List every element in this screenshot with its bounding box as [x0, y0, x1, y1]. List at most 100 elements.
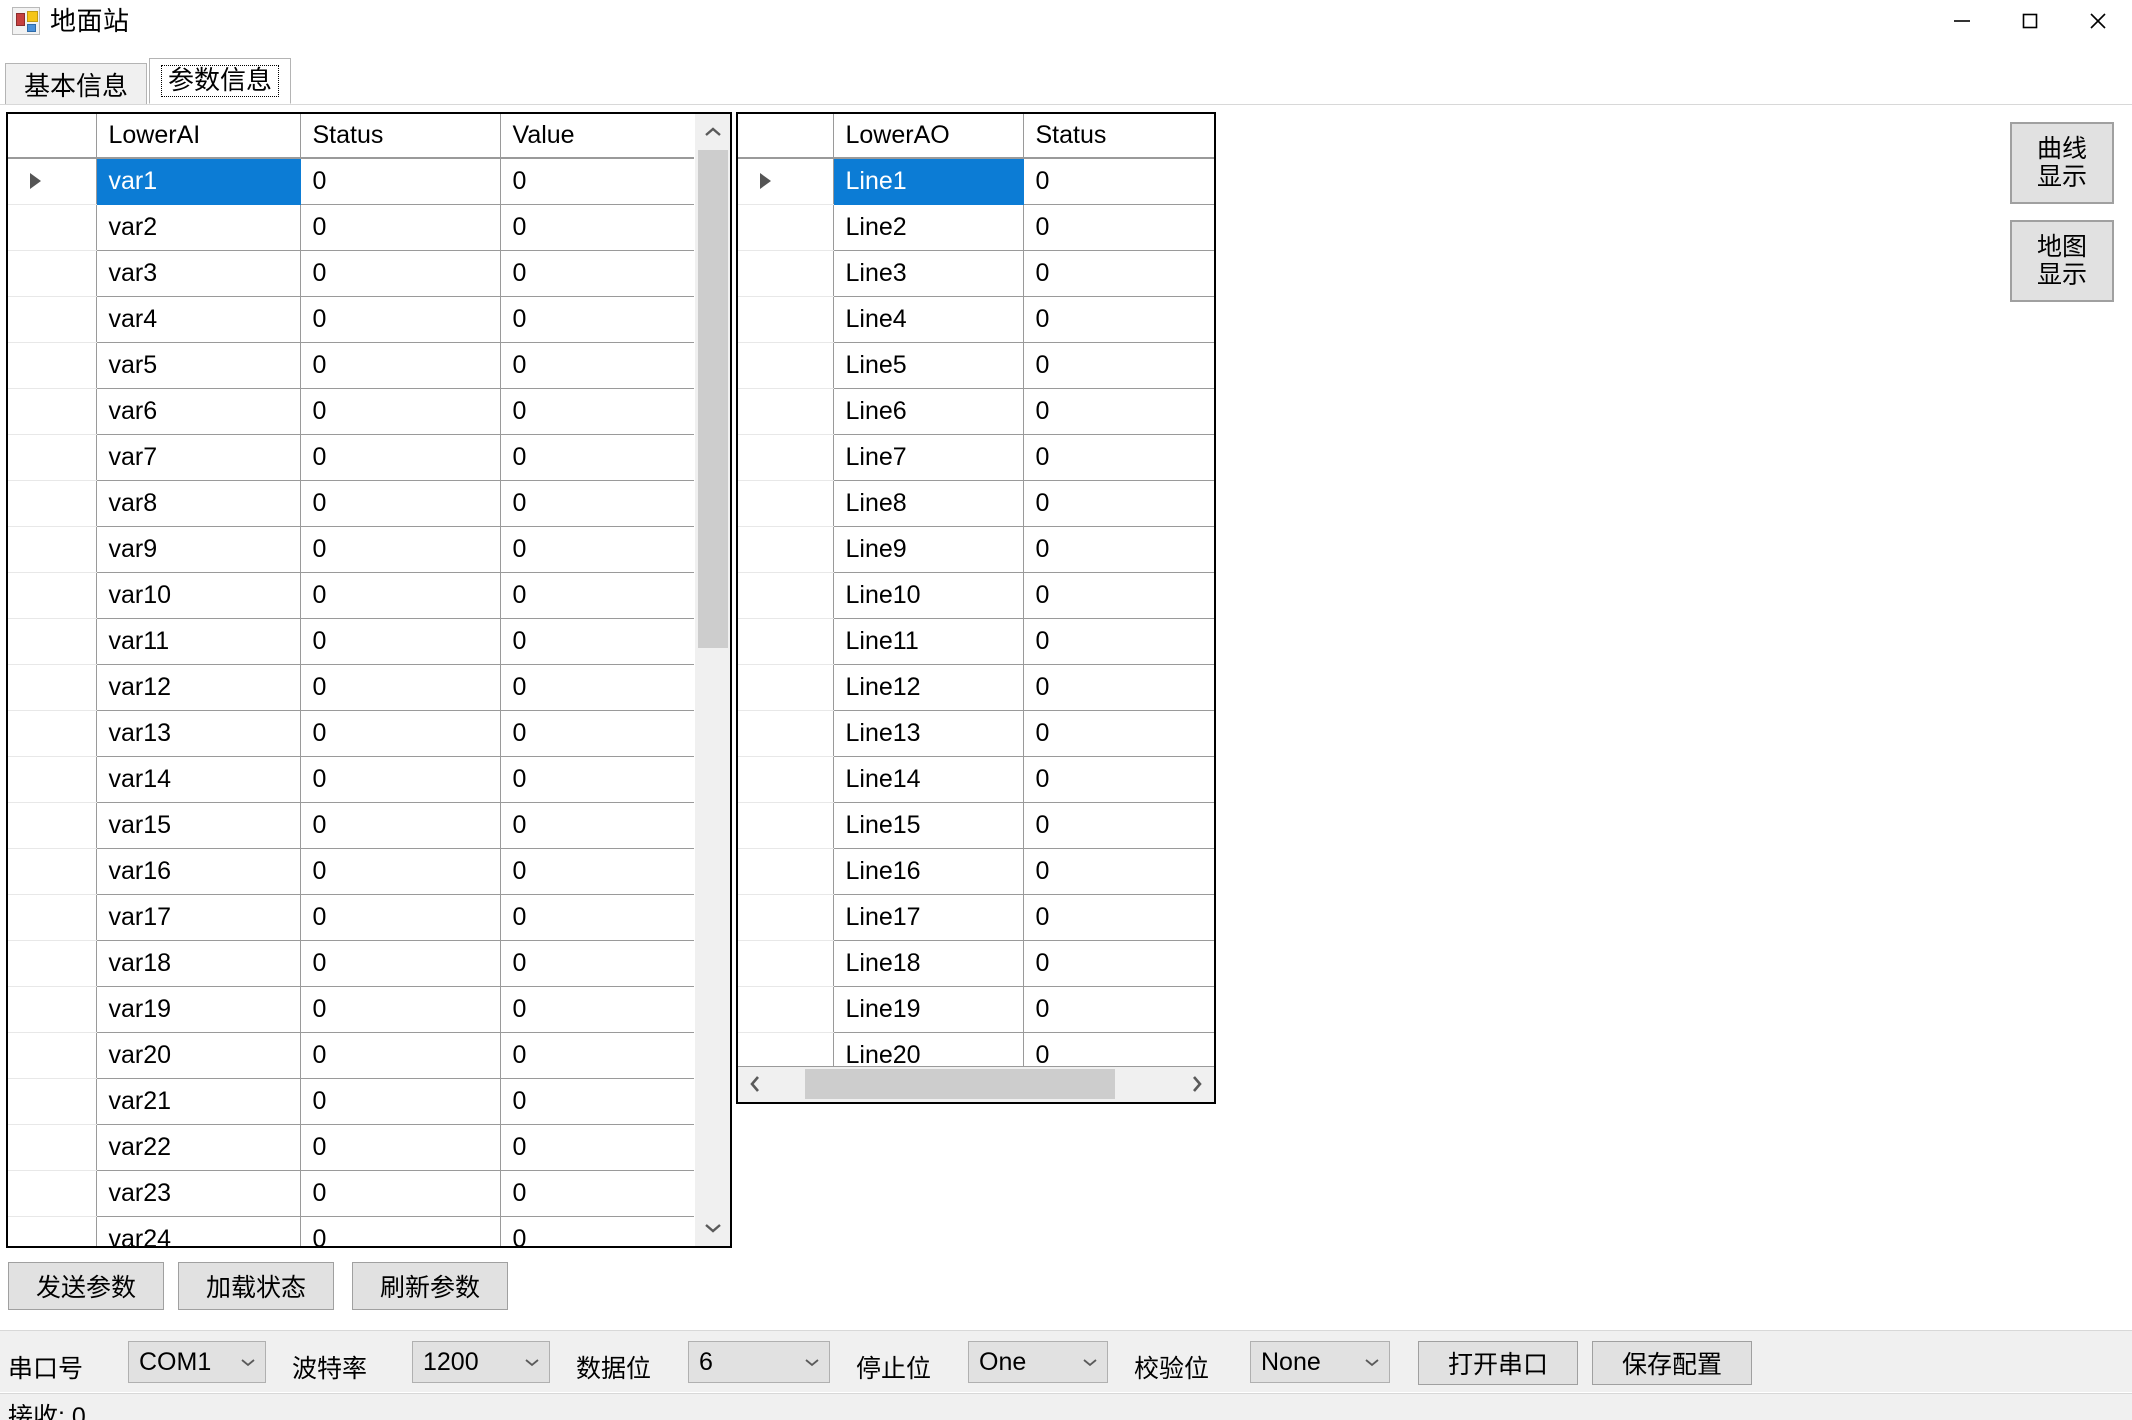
cell-status[interactable]: 0 — [300, 342, 500, 388]
lower-ai-vertical-scrollbar[interactable] — [694, 114, 730, 1246]
cell-status[interactable]: 0 — [300, 618, 500, 664]
cell-status[interactable]: 0 — [300, 664, 500, 710]
row-header-cell[interactable] — [738, 710, 833, 756]
row-header-cell[interactable] — [8, 1078, 96, 1124]
row-header-cell[interactable] — [8, 1170, 96, 1216]
chevron-down-icon[interactable] — [1073, 1356, 1107, 1368]
cell-value[interactable]: 0 — [500, 204, 694, 250]
cell-value[interactable]: 0 — [500, 756, 694, 802]
cell-lowerao[interactable]: Line2 — [833, 204, 1023, 250]
cell-value[interactable]: 0 — [500, 296, 694, 342]
table-row[interactable]: var800 — [8, 480, 694, 526]
map-display-button[interactable]: 地图 显示 — [2010, 220, 2114, 302]
row-header-cell[interactable] — [738, 802, 833, 848]
cell-lowerai[interactable]: var16 — [96, 848, 300, 894]
cell-status[interactable]: 0 — [300, 296, 500, 342]
row-header-cell[interactable] — [8, 204, 96, 250]
table-row[interactable]: Line100 — [738, 572, 1214, 618]
cell-value[interactable]: 0 — [500, 526, 694, 572]
cell-value[interactable]: 0 — [500, 1032, 694, 1078]
row-header-cell[interactable] — [8, 526, 96, 572]
table-row[interactable]: var2400 — [8, 1216, 694, 1246]
row-header-cell[interactable] — [8, 802, 96, 848]
cell-lowerai[interactable]: var11 — [96, 618, 300, 664]
cell-lowerai[interactable]: var12 — [96, 664, 300, 710]
cell-lowerai[interactable]: var9 — [96, 526, 300, 572]
tab-basic-info[interactable]: 基本信息 — [5, 63, 147, 104]
row-header-cell[interactable] — [738, 526, 833, 572]
cell-lowerao[interactable]: Line19 — [833, 986, 1023, 1032]
table-row[interactable]: var300 — [8, 250, 694, 296]
cell-lowerai[interactable]: var1 — [96, 158, 300, 204]
row-header-cell[interactable] — [8, 710, 96, 756]
table-row[interactable]: Line120 — [738, 664, 1214, 710]
cell-status[interactable]: 0 — [300, 480, 500, 526]
cell-status[interactable]: 0 — [1023, 296, 1214, 342]
table-row[interactable]: Line140 — [738, 756, 1214, 802]
table-row[interactable]: Line90 — [738, 526, 1214, 572]
cell-lowerai[interactable]: var18 — [96, 940, 300, 986]
cell-status[interactable]: 0 — [1023, 434, 1214, 480]
row-header-cell[interactable] — [8, 572, 96, 618]
cell-status[interactable]: 0 — [300, 1170, 500, 1216]
cell-status[interactable]: 0 — [1023, 572, 1214, 618]
lower-ao-grid[interactable]: LowerAO Status Line10Line20Line30Line40L… — [736, 112, 1216, 1104]
row-header-cell[interactable] — [738, 894, 833, 940]
cell-lowerao[interactable]: Line12 — [833, 664, 1023, 710]
cell-status[interactable]: 0 — [1023, 848, 1214, 894]
cell-status[interactable]: 0 — [1023, 618, 1214, 664]
col-header-lowerao[interactable]: LowerAO — [833, 114, 1023, 158]
row-header-cell[interactable] — [8, 434, 96, 480]
row-header-cell[interactable] — [738, 848, 833, 894]
cell-status[interactable]: 0 — [300, 572, 500, 618]
col-header-rowselect[interactable] — [738, 114, 833, 158]
cell-lowerai[interactable]: var13 — [96, 710, 300, 756]
cell-status[interactable]: 0 — [1023, 158, 1214, 204]
cell-status[interactable]: 0 — [1023, 802, 1214, 848]
cell-lowerai[interactable]: var17 — [96, 894, 300, 940]
cell-value[interactable]: 0 — [500, 848, 694, 894]
scrollbar-thumb[interactable] — [698, 150, 728, 648]
table-row[interactable]: var1500 — [8, 802, 694, 848]
table-row[interactable]: var1700 — [8, 894, 694, 940]
cell-status[interactable]: 0 — [300, 250, 500, 296]
row-header-cell[interactable] — [738, 434, 833, 480]
row-header-cell[interactable] — [738, 986, 833, 1032]
table-row[interactable]: Line150 — [738, 802, 1214, 848]
table-row[interactable]: var2200 — [8, 1124, 694, 1170]
table-row[interactable]: Line190 — [738, 986, 1214, 1032]
row-header-cell[interactable] — [8, 342, 96, 388]
cell-status[interactable]: 0 — [300, 1078, 500, 1124]
cell-lowerai[interactable]: var10 — [96, 572, 300, 618]
cell-status[interactable]: 0 — [1023, 710, 1214, 756]
cell-lowerai[interactable]: var4 — [96, 296, 300, 342]
cell-value[interactable]: 0 — [500, 664, 694, 710]
cell-lowerao[interactable]: Line7 — [833, 434, 1023, 480]
row-header-cell[interactable] — [738, 158, 833, 204]
cell-lowerao[interactable]: Line10 — [833, 572, 1023, 618]
col-header-status[interactable]: Status — [300, 114, 500, 158]
cell-value[interactable]: 0 — [500, 986, 694, 1032]
table-row[interactable]: Line10 — [738, 158, 1214, 204]
scroll-left-arrow-icon[interactable] — [738, 1067, 772, 1101]
table-row[interactable]: var1300 — [8, 710, 694, 756]
cell-status[interactable]: 0 — [300, 1216, 500, 1246]
cell-status[interactable]: 0 — [1023, 342, 1214, 388]
minimize-icon[interactable] — [1928, 0, 1996, 42]
row-header-cell[interactable] — [738, 250, 833, 296]
cell-lowerao[interactable]: Line8 — [833, 480, 1023, 526]
row-header-cell[interactable] — [738, 618, 833, 664]
cell-lowerao[interactable]: Line4 — [833, 296, 1023, 342]
stop-bits-select[interactable]: One — [968, 1341, 1108, 1383]
cell-value[interactable]: 0 — [500, 1078, 694, 1124]
table-row[interactable]: var2100 — [8, 1078, 694, 1124]
cell-value[interactable]: 0 — [500, 894, 694, 940]
baud-rate-select[interactable]: 1200 — [412, 1341, 550, 1383]
load-status-button[interactable]: 加载状态 — [178, 1262, 334, 1310]
parity-select[interactable]: None — [1250, 1341, 1390, 1383]
cell-status[interactable]: 0 — [1023, 526, 1214, 572]
cell-status[interactable]: 0 — [300, 526, 500, 572]
cell-value[interactable]: 0 — [500, 618, 694, 664]
cell-lowerao[interactable]: Line20 — [833, 1032, 1023, 1066]
row-header-cell[interactable] — [738, 204, 833, 250]
